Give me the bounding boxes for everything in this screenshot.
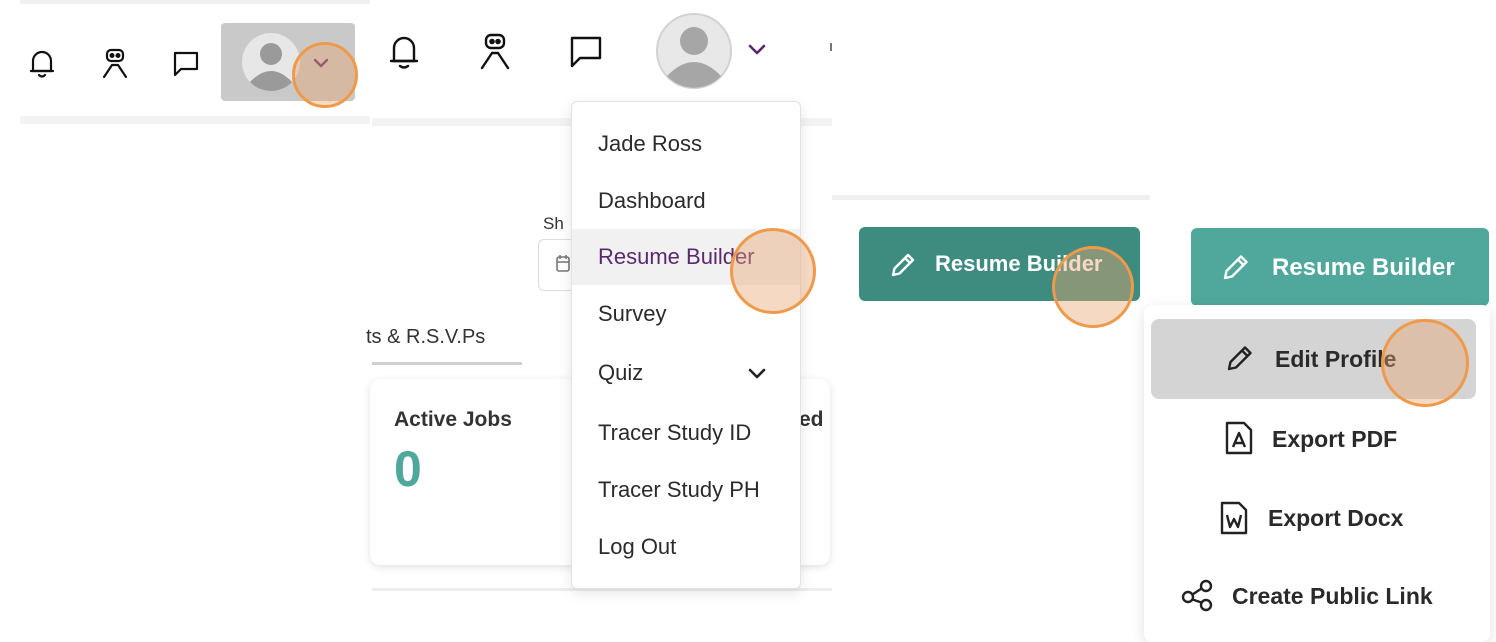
chevron-down-icon[interactable] bbox=[748, 44, 766, 55]
edit-profile-label: Edit Profile bbox=[1275, 346, 1397, 372]
word-file-icon bbox=[1219, 500, 1249, 536]
pencil-icon bbox=[889, 251, 917, 279]
menu-item-tracer-study-ph[interactable]: Tracer Study PH bbox=[572, 462, 800, 518]
panel-navbar-collapsed bbox=[0, 0, 372, 642]
export-docx-button[interactable]: Export Docx bbox=[1268, 505, 1403, 532]
top-divider bbox=[20, 0, 370, 4]
button-label: Resume Builder bbox=[1272, 254, 1455, 281]
panel-resume-options: Resume Builder Edit Profile Export PDF E… bbox=[1144, 0, 1496, 642]
chat-icon[interactable] bbox=[569, 35, 603, 69]
tab-underline bbox=[372, 362, 522, 365]
create-public-link-button[interactable]: Create Public Link bbox=[1232, 583, 1433, 610]
click-highlight bbox=[1052, 246, 1134, 328]
click-highlight bbox=[292, 42, 358, 108]
share-icon bbox=[1181, 578, 1215, 612]
panel-profile-dropdown: Sh ts & R.S.V.Ps Active Jobs 0 ed Jade R… bbox=[366, 0, 832, 642]
avatar-icon bbox=[242, 33, 300, 91]
navbar-bottom-border bbox=[20, 116, 370, 124]
bot-icon[interactable] bbox=[479, 32, 511, 70]
click-highlight bbox=[1381, 319, 1469, 407]
card-title: Active Jobs bbox=[394, 408, 512, 431]
bell-icon[interactable] bbox=[389, 34, 419, 70]
menu-item-user-name[interactable]: Jade Ross bbox=[572, 116, 800, 172]
chat-icon[interactable] bbox=[172, 50, 200, 78]
menu-item-tracer-study-id[interactable]: Tracer Study ID bbox=[572, 405, 800, 461]
resume-builder-button[interactable]: Resume Builder bbox=[1191, 228, 1489, 306]
tab-events-rsvps[interactable]: ts & R.S.V.Ps bbox=[366, 326, 485, 349]
profile-dropdown-menu: Jade Ross Dashboard Resume Builder Surve… bbox=[571, 101, 801, 589]
filter-label: Sh bbox=[543, 214, 564, 233]
card2-title: ed bbox=[799, 408, 824, 431]
click-highlight bbox=[730, 228, 816, 314]
pencil-icon bbox=[1225, 343, 1255, 373]
export-pdf-button[interactable]: Export PDF bbox=[1272, 426, 1397, 453]
menu-item-log-out[interactable]: Log Out bbox=[572, 519, 800, 575]
menu-item-dashboard[interactable]: Dashboard bbox=[572, 173, 800, 229]
card-value: 0 bbox=[394, 441, 422, 497]
pdf-file-icon bbox=[1224, 420, 1254, 456]
chevron-down-icon[interactable] bbox=[748, 368, 766, 379]
panel-resume-builder-button: Resume Builder bbox=[832, 0, 1150, 642]
top-divider bbox=[832, 195, 1150, 200]
avatar-icon[interactable] bbox=[655, 12, 733, 90]
calendar-icon bbox=[556, 254, 570, 272]
bot-icon[interactable] bbox=[101, 47, 129, 79]
bell-icon[interactable] bbox=[29, 49, 55, 79]
pencil-icon bbox=[1221, 252, 1251, 282]
